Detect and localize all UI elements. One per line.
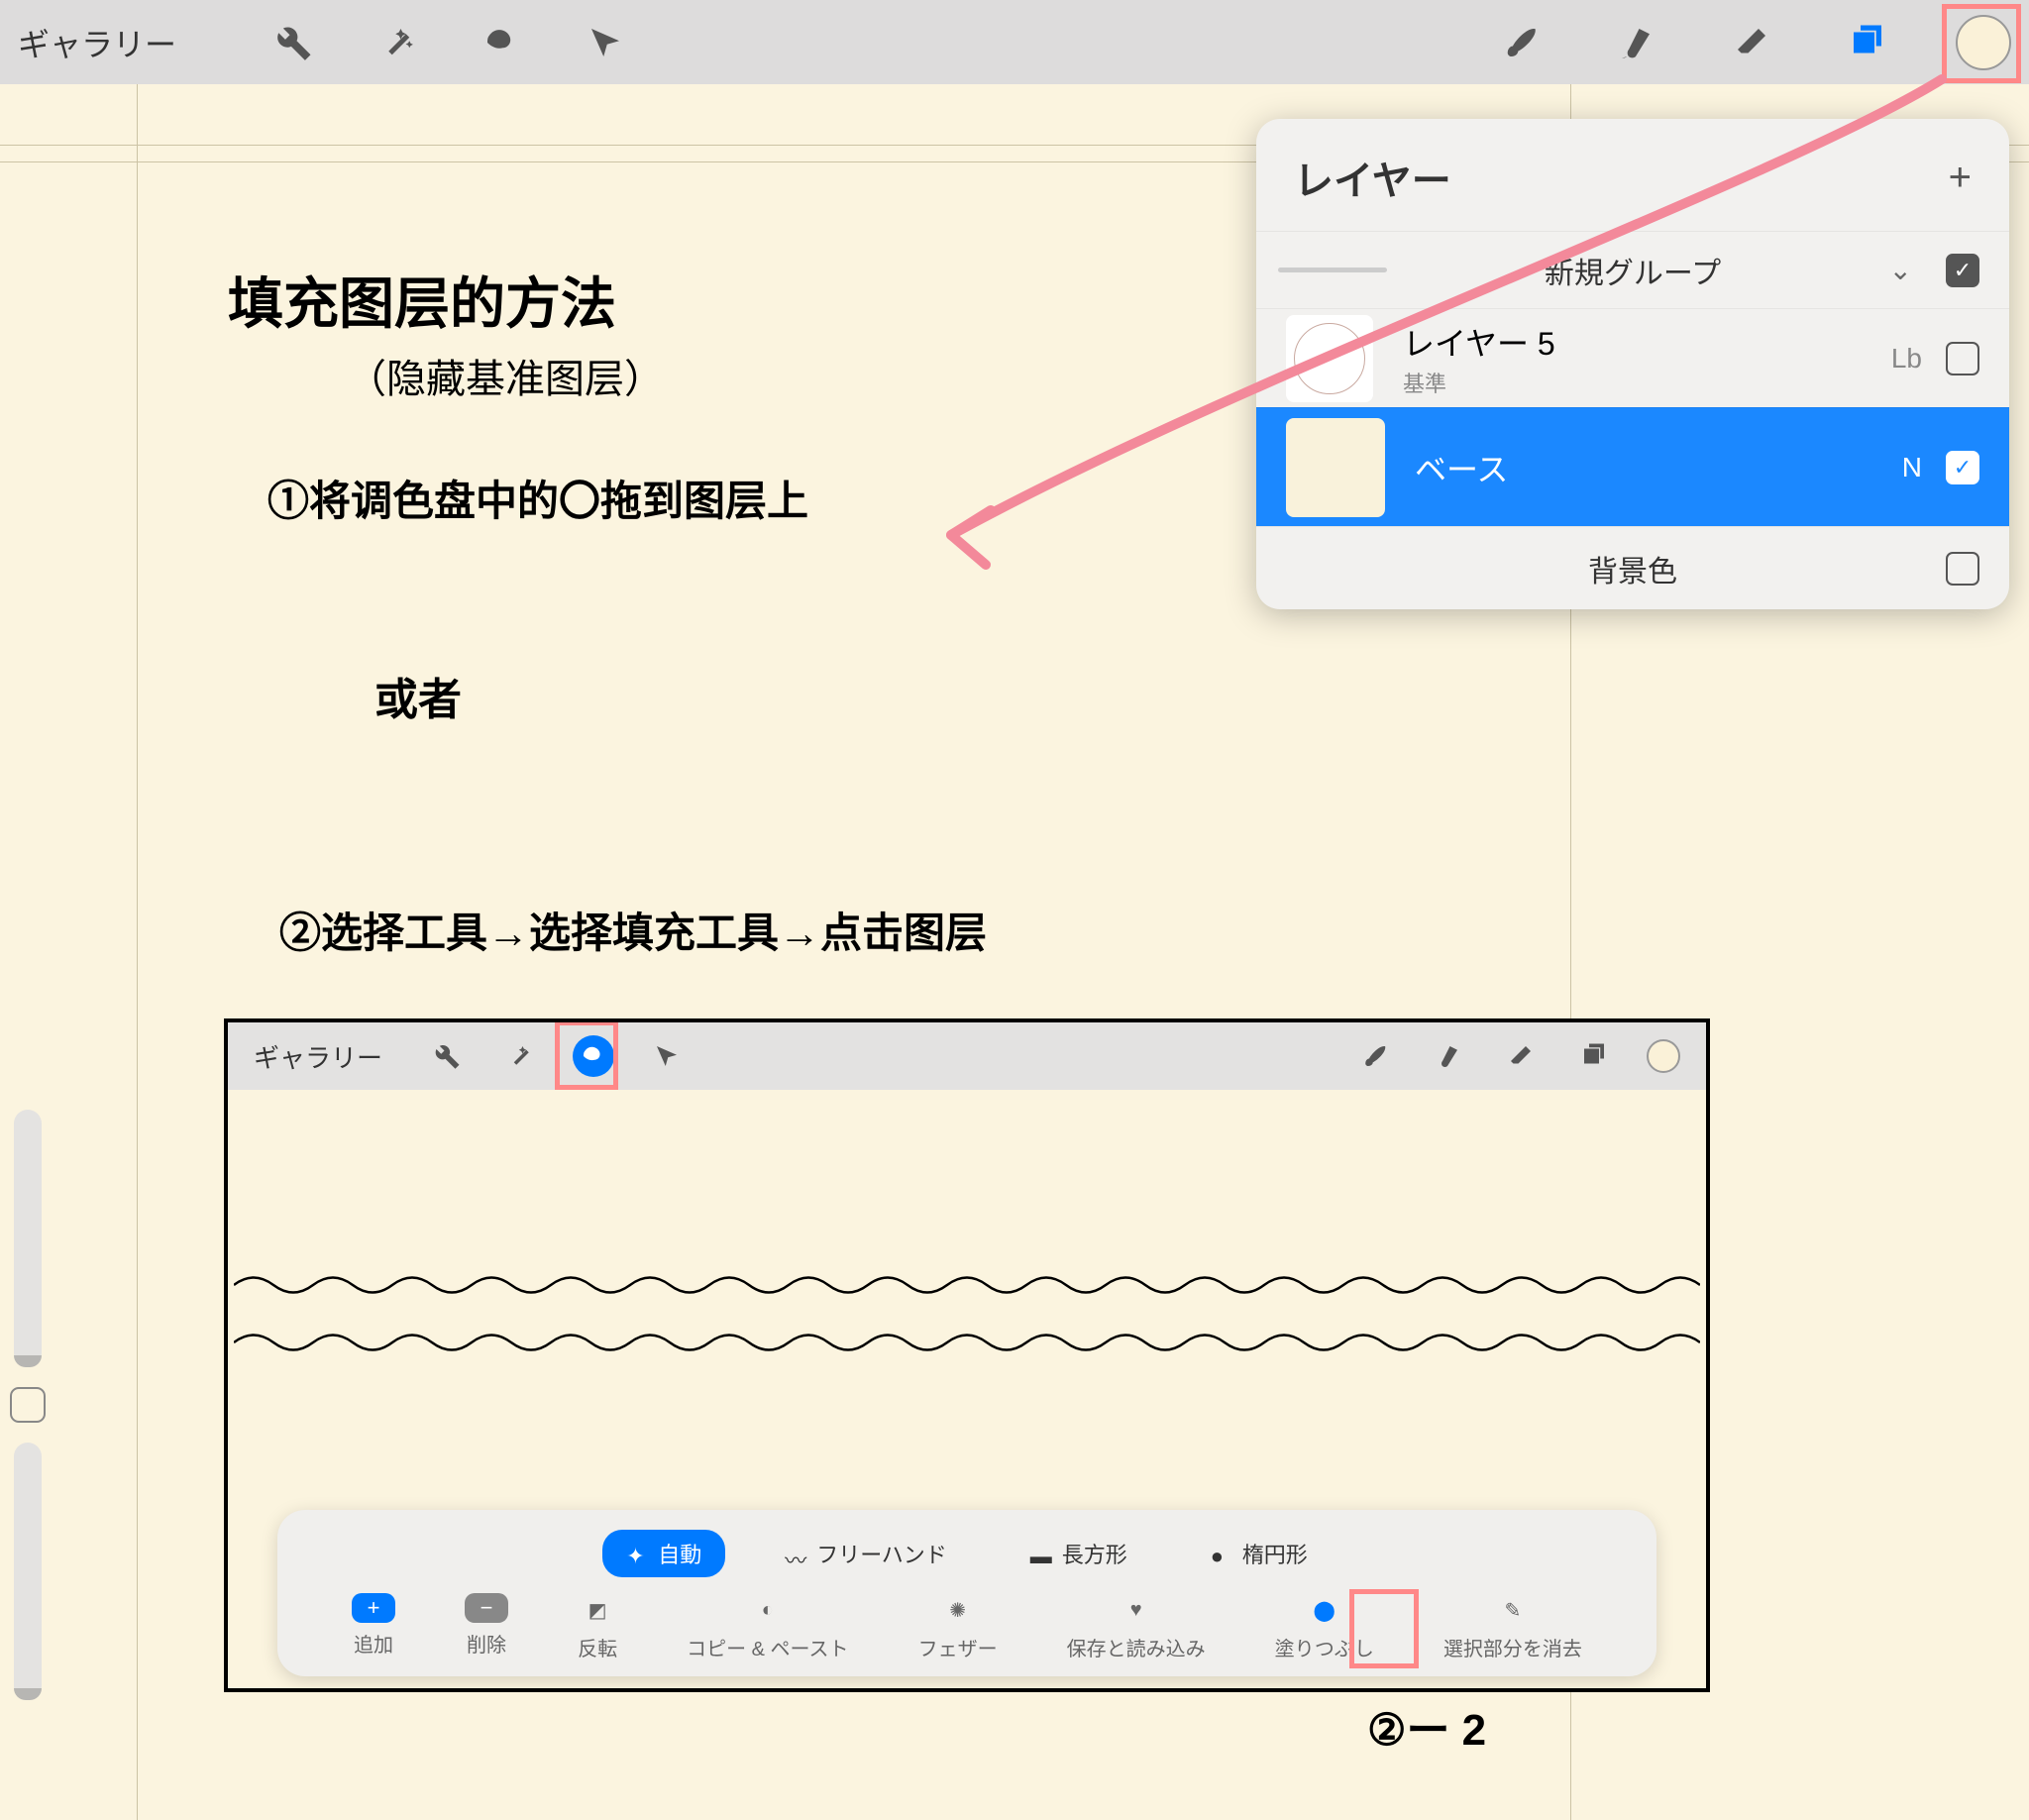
wrench-icon[interactable]: [266, 15, 320, 69]
tutorial-step2: ②选择工具→选择填充工具→点击图层: [279, 900, 987, 960]
heart-icon: ♥: [1120, 1593, 1153, 1627]
sel-mode-ellipse[interactable]: ●楕円形: [1187, 1530, 1332, 1577]
plus-icon: +: [352, 1593, 395, 1623]
inset-cursor-icon[interactable]: [646, 1035, 688, 1077]
fill-icon: ⬤: [1308, 1593, 1341, 1627]
rect-icon: ▬: [1030, 1544, 1050, 1563]
truncation-wave: [234, 1328, 1700, 1357]
inset-layers-icon[interactable]: [1573, 1035, 1615, 1077]
inset-smudge-icon[interactable]: [1427, 1035, 1468, 1077]
inset-color-swatch[interactable]: [1647, 1039, 1680, 1073]
left-sidebar-sliders: [4, 1110, 52, 1720]
minus-icon: −: [465, 1593, 508, 1623]
inset-eraser-icon[interactable]: [1500, 1035, 1542, 1077]
highlight-fill-button: [1349, 1589, 1419, 1668]
gallery-button[interactable]: ギャラリー: [18, 20, 176, 65]
inset-gallery-button[interactable]: ギャラリー: [254, 1038, 382, 1075]
annotation-2-2: ②ー 2: [1367, 1694, 1486, 1758]
tutorial-subtitle: （隐藏基准图层）: [347, 347, 664, 404]
brush-opacity-slider[interactable]: [14, 1443, 42, 1700]
tutorial-title: 填充图层的方法: [228, 260, 616, 340]
truncation-wave: [234, 1270, 1700, 1300]
highlight-selection-tool: [555, 1020, 618, 1090]
inset-wrench-icon[interactable]: [426, 1035, 468, 1077]
sel-add-button[interactable]: +追加: [352, 1593, 395, 1661]
sel-save-load-button[interactable]: ♥保存と読み込み: [1067, 1593, 1206, 1661]
sel-clear-button[interactable]: ✎選択部分を消去: [1443, 1593, 1582, 1661]
selection-icon[interactable]: [474, 15, 528, 69]
sparkle-icon: ✦: [626, 1544, 646, 1563]
modify-button[interactable]: [10, 1387, 46, 1423]
invert-icon: ◩: [581, 1593, 614, 1627]
sel-mode-freehand[interactable]: 〰フリーハンド: [761, 1530, 971, 1577]
sel-remove-button[interactable]: −削除: [465, 1593, 508, 1661]
sel-mode-rect[interactable]: ▬長方形: [1007, 1530, 1151, 1577]
feather-icon: ✺: [941, 1593, 975, 1627]
copy-icon: ◐: [751, 1593, 785, 1627]
tutorial-step1: ①将调色盘中的〇拖到图层上: [267, 468, 808, 528]
ellipse-icon: ●: [1211, 1544, 1230, 1563]
inset-toolbar: ギャラリー: [228, 1022, 1706, 1090]
wand-icon[interactable]: [370, 15, 424, 69]
inset-brush-icon[interactable]: [1353, 1035, 1395, 1077]
arrow-1: [892, 59, 1981, 575]
cursor-icon[interactable]: [578, 15, 632, 69]
sel-invert-button[interactable]: ◩反転: [578, 1593, 617, 1661]
freehand-icon: 〰: [785, 1544, 804, 1563]
guide-vertical: [137, 84, 138, 1820]
selection-toolbar: ✦自動 〰フリーハンド ▬長方形 ●楕円形 +追加 −削除 ◩反転 ◐コピー &…: [277, 1510, 1656, 1676]
clear-icon: ✎: [1496, 1593, 1530, 1627]
sel-copy-paste-button[interactable]: ◐コピー & ペースト: [687, 1593, 848, 1661]
sel-feather-button[interactable]: ✺フェザー: [918, 1593, 998, 1661]
inset-wand-icon[interactable]: [499, 1035, 541, 1077]
brush-size-slider[interactable]: [14, 1110, 42, 1367]
sel-mode-auto[interactable]: ✦自動: [602, 1530, 725, 1577]
tutorial-or: 或者: [374, 664, 462, 727]
